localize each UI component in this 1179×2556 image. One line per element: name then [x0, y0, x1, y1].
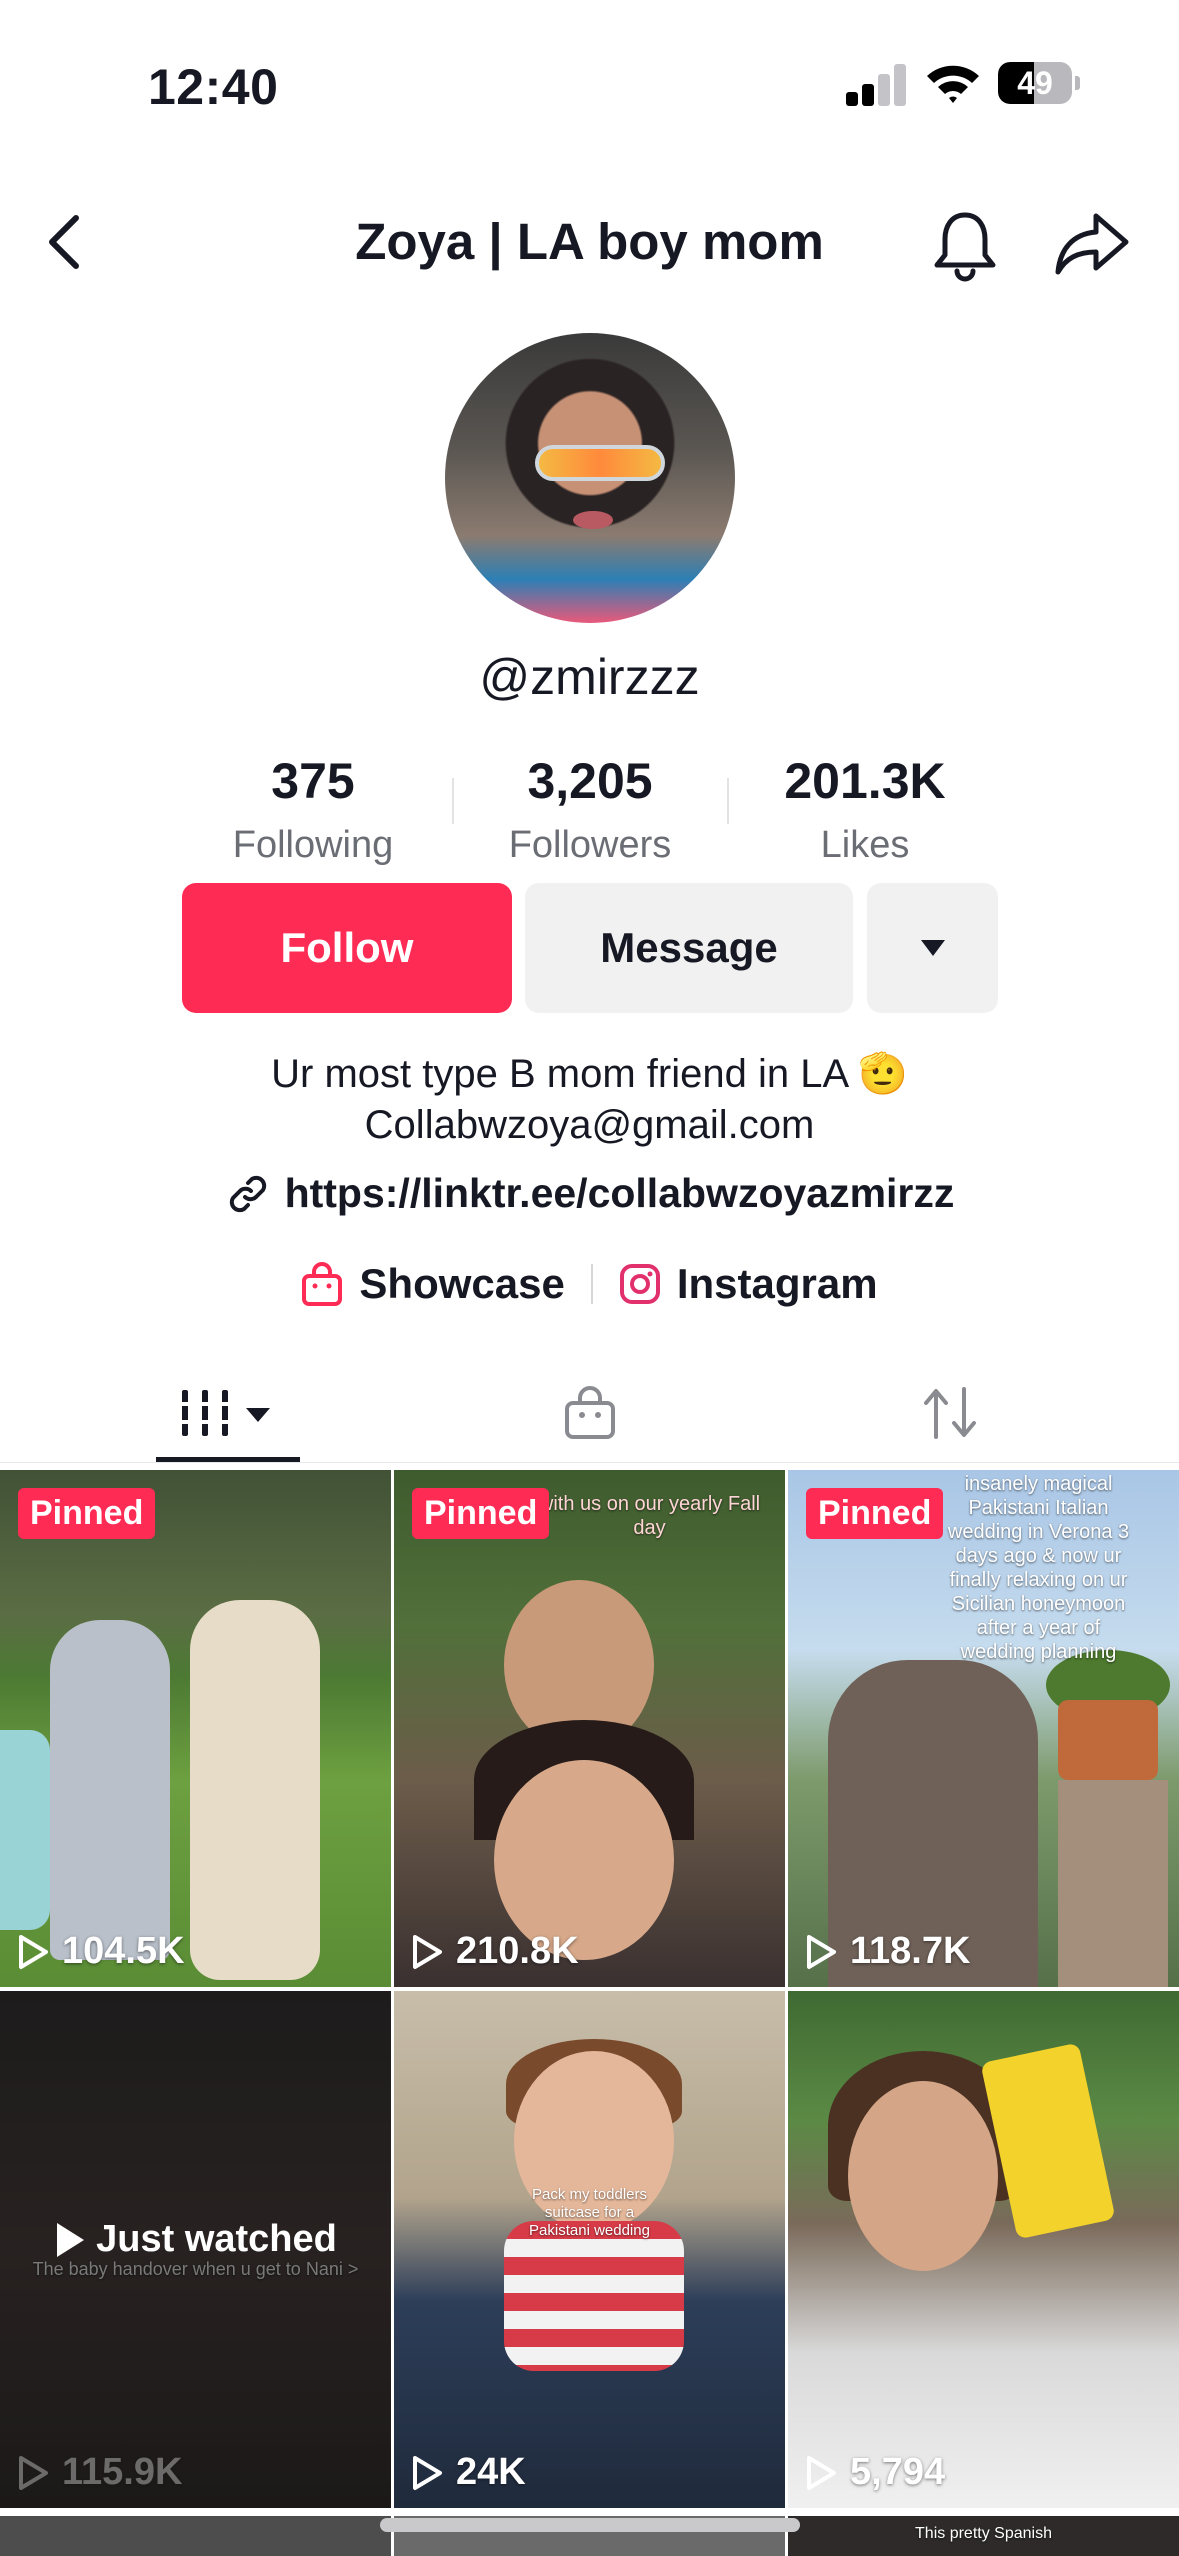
videos-grid-icon — [180, 1390, 270, 1436]
video-thumbnail[interactable]: The baby handover when u get to Nani > J… — [0, 1991, 391, 2508]
follow-button[interactable]: Follow — [182, 883, 512, 1013]
view-count: 115.9K — [16, 2451, 182, 2494]
play-outline-icon — [807, 2455, 836, 2490]
play-outline-icon — [413, 1934, 442, 1969]
stat-divider — [727, 778, 729, 824]
play-outline-icon — [413, 2455, 442, 2490]
view-count: 24K — [410, 2451, 526, 2494]
bio-link[interactable]: https://linktr.ee/collabwzoyazmirzz — [0, 1170, 1179, 1217]
video-caption: with us on our yearly Fall day — [538, 1493, 761, 1539]
just-watched-overlay: Just watched — [0, 2218, 391, 2261]
tab-shop[interactable] — [540, 1368, 640, 1458]
badge-divider — [590, 1264, 593, 1304]
pinned-badge: Pinned — [18, 1488, 156, 1539]
pinned-badge: Pinned — [412, 1488, 550, 1539]
view-count-text: 104.5K — [62, 1930, 185, 1972]
notifications-button[interactable] — [925, 205, 1005, 285]
repost-icon — [924, 1387, 976, 1439]
play-outline-icon — [807, 1934, 836, 1969]
page-title: Zoya | LA boy mom — [355, 213, 824, 270]
wifi-icon — [925, 60, 981, 106]
share-button[interactable] — [1052, 208, 1132, 280]
view-count-text: 5,794 — [850, 2451, 946, 2493]
message-button[interactable]: Message — [525, 883, 853, 1013]
tab-reposts[interactable] — [900, 1368, 1000, 1458]
view-count-text: 24K — [456, 2451, 526, 2493]
share-arrow-icon — [1055, 213, 1129, 275]
just-watched-label: Just watched — [96, 2218, 337, 2260]
video-thumbnail[interactable]: 5,794 — [788, 1991, 1179, 2508]
status-time: 12:40 — [148, 59, 279, 115]
video-caption: This pretty Spanish — [915, 2525, 1052, 2542]
stat-following[interactable]: 375 Following — [183, 752, 443, 867]
video-caption: insanely magical Pakistani Italian weddi… — [947, 1473, 1130, 1663]
play-outline-icon — [19, 1934, 48, 1969]
view-count: 210.8K — [410, 1930, 579, 1973]
back-button[interactable] — [40, 212, 90, 272]
cellular-signal-icon — [846, 62, 906, 106]
shop-bag-icon — [565, 1386, 615, 1439]
video-thumbnail[interactable]: This pretty Spanish — [788, 2516, 1179, 2556]
link-icon — [229, 1175, 266, 1212]
avatar[interactable] — [445, 333, 735, 623]
view-count-text: 118.7K — [850, 1930, 971, 1972]
stat-value: 3,205 — [527, 753, 653, 809]
stat-label: Followers — [508, 824, 672, 866]
stat-label: Likes — [820, 824, 910, 866]
more-options-button[interactable] — [867, 883, 998, 1013]
instagram-link[interactable]: Instagram — [619, 1260, 878, 1308]
video-caption: Pack my toddlers suitcase for a Pakistan… — [529, 2186, 650, 2239]
chevron-left-icon — [49, 215, 79, 269]
play-outline-icon — [19, 2455, 48, 2490]
showcase-link[interactable]: Showcase — [301, 1260, 565, 1308]
bio-text: Ur most type B mom friend in LA 🫡 — [271, 1052, 908, 1096]
tabs-divider — [0, 1462, 1179, 1463]
instagram-label: Instagram — [676, 1260, 878, 1307]
stat-divider — [452, 778, 454, 824]
shopping-bag-icon — [302, 1262, 343, 1306]
battery-percent: 49 — [1017, 65, 1053, 101]
view-count-text: 210.8K — [456, 1930, 579, 1972]
pinned-badge: Pinned — [806, 1488, 944, 1539]
caret-down-icon — [920, 940, 945, 956]
video-thumbnail[interactable]: insanely magical Pakistani Italian weddi… — [788, 1470, 1179, 1987]
stat-likes: 201.3K Likes — [735, 752, 995, 867]
view-count: 118.7K — [804, 1930, 970, 1973]
stat-followers[interactable]: 3,205 Followers — [460, 752, 720, 867]
profile-badges: Showcase Instagram — [0, 1260, 1179, 1308]
view-count: 5,794 — [804, 2451, 945, 2494]
stat-value: 375 — [271, 753, 355, 809]
bio-email: Collabwzoya@gmail.com — [364, 1103, 815, 1147]
video-thumbnail[interactable] — [0, 2516, 391, 2556]
battery-icon: 49 — [998, 62, 1080, 104]
stat-label: Following — [232, 824, 394, 866]
home-indicator — [380, 2518, 800, 2532]
view-count: 104.5K — [16, 1930, 185, 1973]
video-thumbnail[interactable]: Pack my toddlers suitcase for a Pakistan… — [394, 1991, 785, 2508]
play-filled-icon — [57, 2222, 85, 2257]
view-count-text: 115.9K — [62, 2451, 183, 2493]
stat-value: 201.3K — [784, 753, 946, 809]
showcase-label: Showcase — [359, 1260, 565, 1307]
video-thumbnail[interactable]: with us on our yearly Fall day Pinned 21… — [394, 1470, 785, 1987]
video-thumbnail[interactable]: Pinned 104.5K — [0, 1470, 391, 1987]
tab-videos[interactable] — [156, 1368, 300, 1458]
profile-handle: @zmirzzz — [479, 649, 700, 705]
link-text: https://linktr.ee/collabwzoyazmirzz — [284, 1170, 955, 1216]
instagram-icon — [619, 1264, 660, 1304]
bell-icon — [934, 212, 996, 282]
